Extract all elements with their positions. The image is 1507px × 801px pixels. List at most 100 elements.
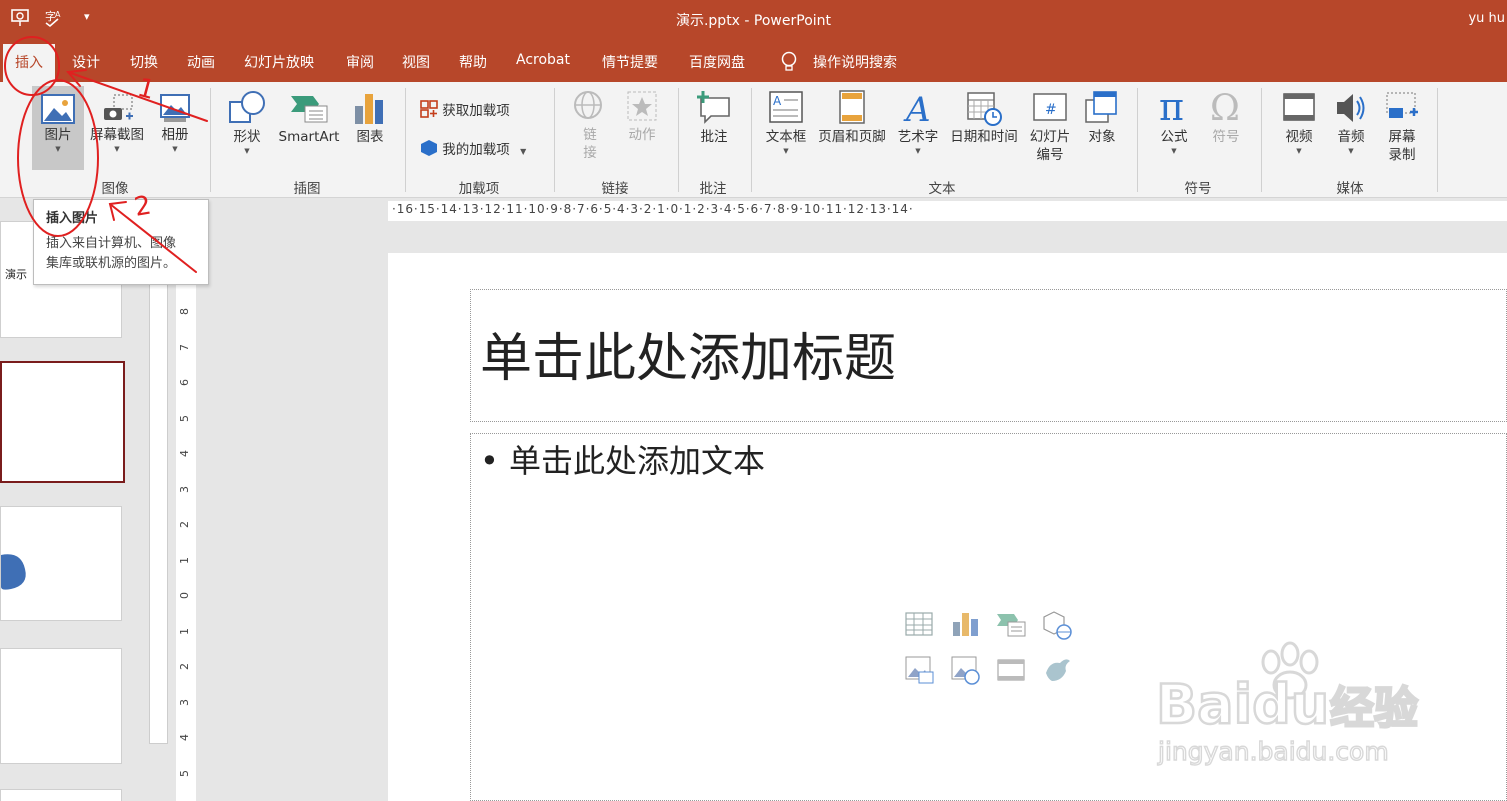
insert-picture-icon[interactable]: [904, 655, 934, 685]
header-footer-button[interactable]: 页眉和页脚: [814, 90, 890, 146]
svg-text:π: π: [1159, 88, 1184, 126]
tab-insert[interactable]: 插入: [3, 44, 55, 82]
slide-thumbnail[interactable]: [0, 506, 122, 621]
audio-button[interactable]: 音频 ▼: [1330, 90, 1372, 156]
horizontal-ruler[interactable]: ·16·15·14·13·12·11·10·9·8·7·6·5·4·3·2·1·…: [388, 201, 1507, 221]
insert-smartart-icon[interactable]: [996, 610, 1026, 640]
equation-button[interactable]: π 公式 ▼: [1152, 88, 1196, 156]
textbox-button[interactable]: A 文本框 ▼: [760, 90, 812, 156]
insert-table-icon[interactable]: [904, 610, 934, 640]
window-title: 演示.pptx - PowerPoint: [675, 13, 832, 29]
smartart-icon: [291, 96, 328, 123]
tab-view[interactable]: 视图: [402, 52, 430, 72]
tab-transitions[interactable]: 切换: [130, 52, 158, 72]
svg-text:Ω: Ω: [1210, 88, 1240, 126]
store-icon: [420, 100, 438, 118]
wordart-button[interactable]: A 艺术字 ▼: [894, 90, 942, 156]
ribbon-tabs: 插入 设计 切换 动画 幻灯片放映 审阅 视图 帮助 Acrobat 情节提要 …: [0, 40, 1507, 82]
tab-baidu-netdisk[interactable]: 百度网盘: [689, 52, 745, 72]
horizontal-ruler-marks: ·16·15·14·13·12·11·10·9·8·7·6·5·4·3·2·1·…: [392, 202, 914, 216]
pi-icon: π: [1159, 88, 1184, 126]
omega-icon: Ω: [1210, 88, 1240, 126]
vertical-ruler-mark: 3: [178, 485, 191, 493]
my-addins-button[interactable]: 我的加载项 ▼: [420, 138, 526, 158]
shapes-button[interactable]: 形状 ▼: [224, 90, 270, 156]
tab-acrobat[interactable]: Acrobat: [516, 52, 570, 68]
slide-thumbnail[interactable]: [0, 648, 122, 764]
user-name[interactable]: yu hu: [1468, 11, 1505, 26]
vertical-ruler[interactable]: 8 7 6 5 4 3 2 1 0 1 2 3 4 5: [176, 225, 196, 801]
new-comment-icon: [697, 91, 730, 124]
vertical-ruler-mark: 2: [178, 521, 191, 528]
insert-3d-model-icon[interactable]: [1042, 610, 1072, 640]
date-time-button[interactable]: 日期和时间: [946, 90, 1022, 146]
picture-button[interactable]: 图片 ▼: [32, 86, 84, 170]
tab-review[interactable]: 审阅: [346, 52, 374, 72]
comment-button[interactable]: 批注: [690, 90, 738, 146]
symbol-button[interactable]: Ω 符号: [1204, 88, 1248, 146]
tab-animations[interactable]: 动画: [187, 52, 215, 72]
tooltip-desc-line1: 插入来自计算机、图像: [46, 236, 177, 251]
svg-text:#: #: [1045, 102, 1057, 118]
group-label-illustrations: 插图: [293, 181, 321, 197]
screen-record-icon: [1386, 92, 1418, 118]
insert-icons-icon[interactable]: [1042, 655, 1072, 685]
screenshot-button[interactable]: 屏幕截图 ▼: [86, 94, 148, 154]
action-button[interactable]: 动作: [620, 90, 664, 144]
film-strip-icon: [1283, 93, 1315, 121]
slide-number-icon: #: [1033, 93, 1067, 121]
group-label-comments: 批注: [699, 181, 727, 197]
slide-thumbnail-selected[interactable]: [0, 361, 125, 483]
slide-number-button[interactable]: # 幻灯片 编号: [1026, 90, 1074, 164]
link-button[interactable]: 链接: [568, 90, 612, 162]
object-icon: [1085, 91, 1117, 123]
header-footer-icon: [839, 90, 865, 124]
insert-chart-icon[interactable]: [950, 610, 980, 640]
watermark-url: jingyan.baidu.com: [1157, 737, 1389, 766]
watermark-brand: Baidu: [1156, 673, 1329, 736]
vertical-ruler-mark: 2: [178, 663, 191, 670]
group-label-text: 文本: [928, 181, 956, 197]
get-addins-button[interactable]: 获取加载项: [420, 99, 510, 119]
ribbon-separator: [1137, 88, 1138, 192]
tab-slideshow[interactable]: 幻灯片放映: [244, 52, 314, 72]
thumbnail-shape: [1, 554, 26, 590]
vertical-ruler-mark: 0: [178, 592, 191, 599]
ribbon-separator: [1261, 88, 1262, 192]
picture-icon: [41, 94, 75, 124]
vertical-ruler-mark: 8: [178, 308, 191, 315]
chart-button[interactable]: 图表: [350, 90, 390, 146]
video-button[interactable]: 视频 ▼: [1278, 90, 1320, 156]
group-label-images: 图像: [101, 181, 129, 197]
insert-online-picture-icon[interactable]: [950, 655, 980, 685]
screen-recording-button[interactable]: 屏幕 录制: [1380, 90, 1424, 164]
slide-thumbnails-pane: 演示: [0, 199, 170, 801]
content-placeholder-text[interactable]: • 单击此处添加文本: [480, 436, 765, 482]
vertical-ruler-mark: 3: [178, 698, 191, 706]
textbox-icon: A: [769, 91, 803, 123]
tab-storyboard[interactable]: 情节提要: [602, 52, 658, 72]
object-button[interactable]: 对象: [1082, 90, 1122, 146]
tab-design[interactable]: 设计: [72, 52, 100, 72]
watermark-brand-cn: 经验: [1330, 683, 1418, 734]
svg-text:A: A: [903, 90, 931, 126]
slide-thumbnail[interactable]: [0, 789, 122, 801]
speaker-icon: [1337, 94, 1365, 122]
vertical-ruler-mark: 7: [178, 343, 191, 351]
album-button[interactable]: 相册 ▼: [152, 94, 198, 154]
vertical-ruler-mark: 6: [178, 379, 191, 386]
group-label-links: 链接: [601, 181, 629, 197]
wordart-icon: A: [903, 90, 931, 126]
ribbon-separator: [1437, 88, 1438, 192]
ribbon-separator: [751, 88, 752, 192]
smartart-button[interactable]: SmartArt: [274, 90, 344, 146]
insert-video-icon[interactable]: [996, 655, 1026, 685]
shapes-icon: [229, 91, 265, 123]
title-bar: 字A ▾ 演示.pptx - PowerPoint yu hu: [0, 0, 1507, 40]
tooltip-desc-line2: 集库或联机源的图片。: [46, 256, 177, 271]
vertical-ruler-mark: 5: [178, 414, 191, 422]
tab-help[interactable]: 帮助: [459, 52, 487, 72]
tell-me-search[interactable]: 操作说明搜索: [813, 52, 897, 72]
vertical-ruler-mark: 1: [178, 627, 191, 635]
title-placeholder-text[interactable]: 单击此处添加标题: [480, 316, 896, 391]
